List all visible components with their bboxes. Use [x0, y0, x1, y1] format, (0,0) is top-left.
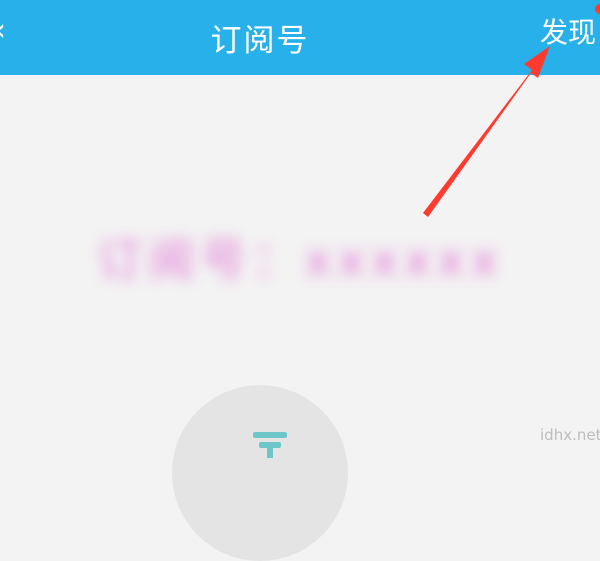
- discover-button[interactable]: 发现: [540, 0, 600, 62]
- watermark: idhx.net: [540, 426, 600, 444]
- subscription-icon: [253, 432, 287, 458]
- top-nav-bar: ‹ 订阅号 发现: [0, 0, 600, 75]
- avatar: [172, 385, 348, 561]
- blurred-account-name: 订阅号：xxxxxx: [96, 233, 504, 287]
- page-title: 订阅号: [210, 23, 310, 59]
- notification-dot: [595, 4, 600, 14]
